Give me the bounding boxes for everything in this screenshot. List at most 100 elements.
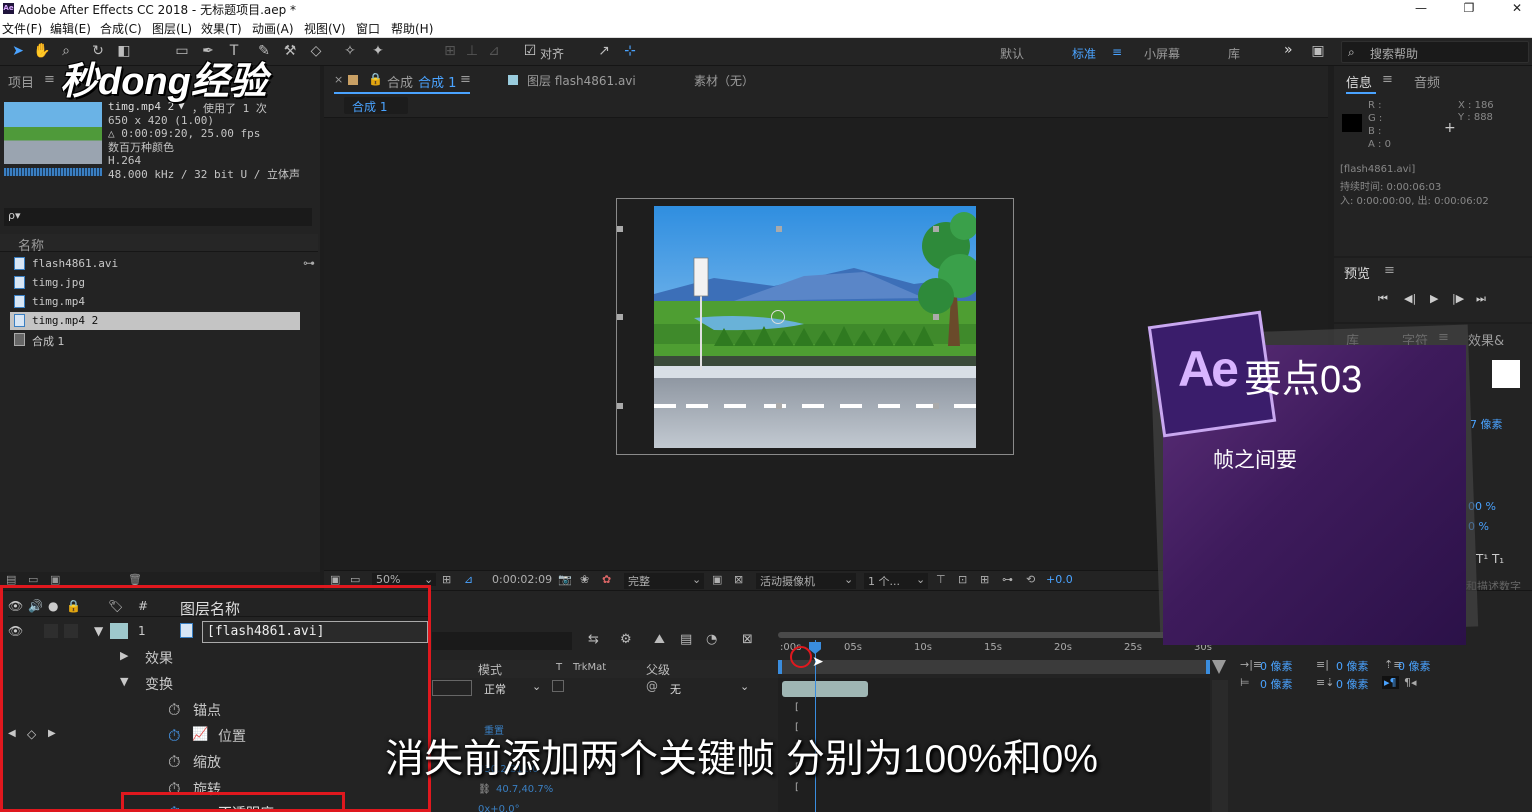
- menu-animation[interactable]: 动画(A): [252, 20, 294, 37]
- mode-column[interactable]: 模式: [478, 661, 502, 678]
- workspace-small-screen[interactable]: 小屏幕: [1144, 45, 1180, 62]
- timeline-search-input[interactable]: [432, 632, 572, 650]
- motion-blur-icon[interactable]: ◔: [706, 632, 717, 647]
- project-search-input[interactable]: ρ▾: [4, 208, 312, 226]
- preserve-transparency-checkbox[interactable]: [552, 680, 564, 692]
- axis-local-icon[interactable]: ⊞: [440, 42, 460, 60]
- minimize-button[interactable]: —: [1398, 0, 1444, 18]
- frame-blending-icon[interactable]: ▤: [680, 632, 692, 647]
- timeline-scrollbar[interactable]: [1212, 680, 1228, 812]
- project-item[interactable]: flash4861.avi: [10, 255, 300, 273]
- mask-visibility-icon[interactable]: ⊿: [464, 573, 473, 586]
- preview-tab-menu-icon[interactable]: ≡: [1384, 263, 1395, 278]
- chevron-down-icon[interactable]: ⌄: [692, 573, 701, 586]
- more-workspaces-icon[interactable]: »: [1284, 42, 1293, 58]
- next-frame-icon[interactable]: |▶: [1452, 292, 1464, 305]
- puppet-pin-tool-icon[interactable]: ✦: [368, 42, 388, 60]
- composition-tab-menu-icon[interactable]: ≡: [460, 72, 471, 87]
- fast-preview-icon[interactable]: ⊡: [958, 573, 967, 586]
- work-area-bar[interactable]: [778, 632, 1210, 638]
- flowchart-icon[interactable]: ⊶: [303, 256, 315, 270]
- previous-frame-icon[interactable]: ◀|: [1404, 292, 1416, 305]
- exposure-icon[interactable]: ⟲: [1026, 573, 1035, 586]
- transparency-grid-icon[interactable]: ⊠: [734, 573, 743, 586]
- color-channel-icon[interactable]: ✿: [602, 573, 611, 586]
- workspace-standard[interactable]: 标准: [1072, 45, 1096, 62]
- axis-view-icon[interactable]: ⊿: [484, 42, 504, 60]
- work-area-end[interactable]: [1206, 660, 1210, 674]
- axis-world-icon[interactable]: ⊥: [462, 42, 482, 60]
- workspace-menu-icon[interactable]: ≡: [1112, 45, 1122, 59]
- indent-left-value[interactable]: 0 像素: [1260, 658, 1293, 674]
- parent-select[interactable]: 无: [670, 681, 681, 697]
- graph-editor-icon[interactable]: ⊠: [742, 632, 753, 647]
- workspace-default[interactable]: 默认: [1000, 45, 1024, 62]
- selection-tool-icon[interactable]: ➤: [8, 42, 28, 60]
- space-before-value[interactable]: 0 像素: [1398, 658, 1431, 674]
- roto-brush-tool-icon[interactable]: ✧: [340, 42, 360, 60]
- region-of-interest-icon[interactable]: ▣: [712, 573, 722, 586]
- project-item[interactable]: timg.mp4: [10, 293, 300, 311]
- menu-effect[interactable]: 效果(T): [201, 20, 242, 37]
- menu-help[interactable]: 帮助(H): [391, 20, 433, 37]
- composition-flowchart-icon[interactable]: ⇆: [588, 632, 599, 647]
- snapshot-icon[interactable]: 📷: [558, 573, 572, 586]
- show-snapshot-icon[interactable]: ❀: [580, 573, 589, 586]
- transform-handle[interactable]: [776, 403, 782, 409]
- restore-button[interactable]: ❐: [1446, 0, 1492, 18]
- layer-switches[interactable]: [432, 680, 472, 696]
- toggle-pixel-icon[interactable]: ⊤: [936, 573, 946, 586]
- transform-handle[interactable]: [933, 314, 939, 320]
- menu-window[interactable]: 窗口: [356, 20, 380, 37]
- transform-handle[interactable]: [933, 403, 939, 409]
- layer-duration-bar[interactable]: [782, 681, 868, 697]
- preview-tab[interactable]: 预览: [1344, 263, 1370, 282]
- chevron-down-icon[interactable]: ⌄: [532, 680, 541, 693]
- close-tab-icon[interactable]: ×: [334, 73, 343, 86]
- work-area-start[interactable]: [778, 660, 782, 674]
- preserve-transparency-column[interactable]: T: [556, 662, 562, 673]
- lock-icon[interactable]: 🔒: [368, 72, 383, 86]
- flowchart-icon[interactable]: ⊶: [1002, 573, 1013, 586]
- camera-select[interactable]: 活动摄像机: [756, 573, 856, 589]
- align-checkbox[interactable]: ☑: [520, 42, 540, 60]
- breadcrumb-comp-name[interactable]: 合成 1: [352, 98, 387, 115]
- rotation-value[interactable]: 0x+0.0°: [478, 804, 520, 812]
- blend-mode-select[interactable]: 正常: [484, 681, 506, 697]
- pick-whip-icon[interactable]: @: [646, 679, 658, 693]
- leading-value[interactable]: 7 像素: [1470, 416, 1503, 432]
- chevron-down-icon[interactable]: ⌄: [740, 680, 749, 693]
- close-button[interactable]: ✕: [1494, 0, 1532, 18]
- transform-handle[interactable]: [933, 226, 939, 232]
- stamp-tool-icon[interactable]: ⚒: [280, 42, 300, 60]
- fill-color-swatch[interactable]: [1492, 360, 1520, 388]
- space-after-value[interactable]: 0 像素: [1336, 676, 1369, 692]
- link-icon[interactable]: ⛓: [478, 784, 491, 795]
- project-item[interactable]: timg.jpg: [10, 274, 300, 292]
- transform-handle[interactable]: [617, 226, 623, 232]
- snap-options-icon[interactable]: ⊹: [620, 42, 640, 60]
- rtl-direction-icon[interactable]: ¶◂: [1404, 676, 1417, 689]
- help-search-input[interactable]: ⌕ 搜索帮助: [1341, 41, 1529, 63]
- hide-shy-icon[interactable]: ⛰: [654, 632, 665, 647]
- ltr-direction-icon[interactable]: ▸¶: [1382, 676, 1399, 689]
- chevron-down-icon[interactable]: ⌄: [916, 573, 925, 586]
- first-line-indent-value[interactable]: 0 像素: [1260, 676, 1293, 692]
- exposure-value[interactable]: +0.0: [1046, 573, 1073, 586]
- audio-tab[interactable]: 音频: [1414, 72, 1440, 91]
- menu-file[interactable]: 文件(F): [2, 20, 42, 37]
- transform-handle[interactable]: [617, 403, 623, 409]
- effects-tab[interactable]: 效果&: [1468, 330, 1504, 349]
- project-item[interactable]: 合成 1: [10, 331, 300, 349]
- last-frame-icon[interactable]: ⏭: [1476, 292, 1486, 306]
- eraser-tool-icon[interactable]: ◇: [306, 42, 326, 60]
- menu-view[interactable]: 视图(V): [304, 20, 346, 37]
- indent-right-value[interactable]: 0 像素: [1336, 658, 1369, 674]
- play-icon[interactable]: ▶: [1430, 292, 1438, 305]
- info-tab-menu-icon[interactable]: ≡: [1382, 72, 1393, 87]
- work-area-strip[interactable]: [778, 660, 1210, 674]
- menu-edit[interactable]: 编辑(E): [50, 20, 91, 37]
- transform-handle[interactable]: [617, 314, 623, 320]
- info-tab[interactable]: 信息: [1346, 72, 1372, 91]
- transform-handle[interactable]: [776, 226, 782, 232]
